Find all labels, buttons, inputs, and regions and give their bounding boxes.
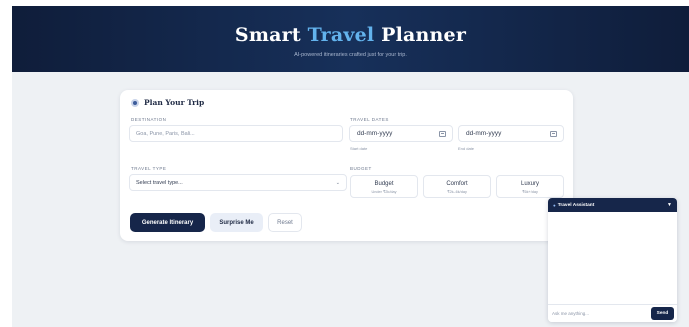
hero-header: Smart Travel Planner AI-powered itinerar… [12, 6, 689, 72]
page-title: Smart Travel Planner [234, 24, 467, 46]
end-date-input[interactable]: dd-mm-yyyy [458, 125, 564, 142]
budget-label: BUDGET [350, 166, 372, 171]
travel-assistant-chat: ● Travel Assistant ▼ Ask me anything... … [548, 198, 677, 322]
chat-input[interactable]: Ask me anything... [552, 311, 648, 316]
surprise-me-button[interactable]: Surprise Me [210, 213, 263, 232]
chat-bubble-icon: ● [553, 202, 556, 208]
chat-title: Travel Assistant [557, 202, 595, 208]
chevron-down-icon: ⌄ [335, 179, 340, 186]
calendar-icon[interactable] [550, 130, 557, 137]
budget-option-luxury[interactable]: Luxury ₹6k+/day [496, 175, 564, 198]
generate-itinerary-button[interactable]: Generate Itinerary [130, 213, 205, 232]
destination-placeholder: Goa, Pune, Paris, Bali... [136, 130, 195, 137]
budget-option-name: Luxury [520, 181, 539, 187]
destination-label: DESTINATION [131, 117, 167, 122]
page-subtitle: AI-powered itineraries crafted just for … [294, 52, 407, 58]
chat-messages [548, 212, 677, 304]
card-title: Plan Your Trip [144, 98, 205, 107]
end-date-hint: End date [458, 146, 475, 151]
collapse-icon[interactable]: ▼ [667, 202, 672, 208]
destination-input[interactable]: Goa, Pune, Paris, Bali... [129, 125, 343, 142]
budget-option-comfort[interactable]: Comfort ₹2k–6k/day [423, 175, 491, 198]
travel-type-selected: Select travel type... [136, 179, 183, 186]
budget-option-desc: ₹2k–6k/day [447, 190, 467, 194]
budget-option-name: Budget [374, 181, 394, 187]
travel-dates-label: TRAVEL DATES [350, 117, 389, 122]
send-button[interactable]: Send [651, 307, 674, 320]
start-date-hint: Start date [350, 146, 368, 151]
end-date-value: dd-mm-yyyy [466, 130, 502, 137]
chat-footer: Ask me anything... Send [548, 304, 677, 322]
chat-header[interactable]: ● Travel Assistant ▼ [548, 198, 677, 212]
title-accent: Travel [307, 24, 375, 46]
reset-button[interactable]: Reset [268, 213, 302, 232]
budget-option-name: Comfort [446, 181, 468, 187]
start-date-input[interactable]: dd-mm-yyyy [349, 125, 453, 142]
travel-type-label: TRAVEL TYPE [131, 166, 167, 171]
calendar-icon[interactable] [439, 130, 446, 137]
compass-icon [131, 98, 139, 107]
budget-option-desc: ₹6k+/day [522, 190, 538, 194]
budget-option-budget[interactable]: Budget Under ₹2k/day [350, 175, 418, 198]
travel-type-select[interactable]: Select travel type... ⌄ [129, 174, 347, 191]
budget-option-desc: Under ₹2k/day [371, 190, 397, 194]
start-date-value: dd-mm-yyyy [357, 130, 393, 137]
card-heading: Plan Your Trip [131, 98, 204, 107]
